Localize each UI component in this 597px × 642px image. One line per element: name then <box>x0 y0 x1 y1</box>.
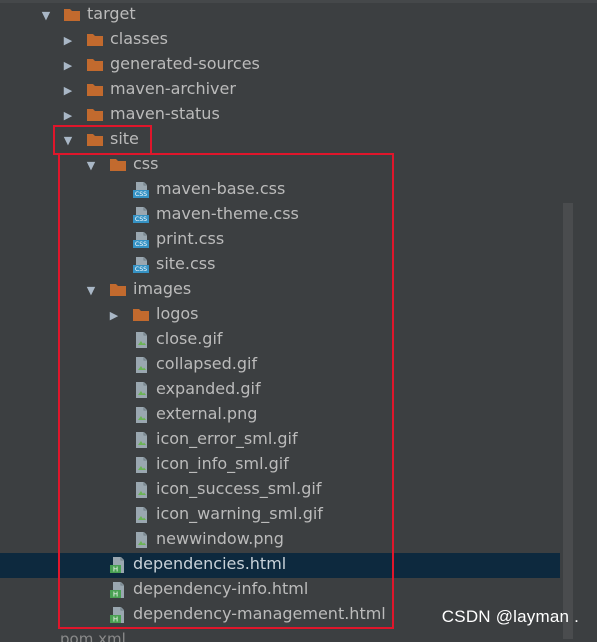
tree-row[interactable]: ▶ maven-status <box>0 103 560 128</box>
tree-row[interactable]: ▶ maven-archiver <box>0 78 560 103</box>
tree-row[interactable]: ▼ images <box>0 278 560 303</box>
folder-icon <box>86 31 104 49</box>
tree-row-label: icon_warning_sml.gif <box>156 504 323 523</box>
tree-row-label: icon_success_sml.gif <box>156 479 322 498</box>
folder-icon <box>109 156 127 174</box>
image-file-icon <box>132 431 150 449</box>
image-file-icon <box>132 381 150 399</box>
html-file-icon: H <box>109 581 127 599</box>
html-file-icon: H <box>109 606 127 624</box>
tree-row-label: logos <box>156 304 199 323</box>
tree-row-label: expanded.gif <box>156 379 261 398</box>
tree-row-label: css <box>133 154 159 173</box>
tree-row-label: close.gif <box>156 329 223 348</box>
tree-row[interactable]: icon_info_sml.gif <box>0 453 560 478</box>
image-file-icon <box>132 531 150 549</box>
tree-row[interactable]: ▼ target <box>0 3 560 28</box>
image-file-icon <box>132 331 150 349</box>
watermark: CSDN @layman . <box>441 607 579 626</box>
expand-arrow-right-icon[interactable]: ▶ <box>108 309 120 321</box>
tree-row[interactable]: icon_warning_sml.gif <box>0 503 560 528</box>
tree-row[interactable]: CSS maven-base.css <box>0 178 560 203</box>
image-file-icon <box>132 356 150 374</box>
expand-arrow-right-icon[interactable]: ▶ <box>62 59 74 71</box>
folder-icon <box>109 281 127 299</box>
tree-row-label: dependencies.html <box>133 554 287 573</box>
tree-row-label: site <box>110 129 139 148</box>
svg-text:CSS: CSS <box>135 266 147 273</box>
tree-row[interactable]: icon_error_sml.gif <box>0 428 560 453</box>
svg-text:CSS: CSS <box>135 216 147 223</box>
folder-icon <box>132 306 150 324</box>
tree-row[interactable]: H dependency-info.html <box>0 578 560 603</box>
css-file-icon: CSS <box>132 206 150 224</box>
folder-icon <box>86 81 104 99</box>
tree-row[interactable]: external.png <box>0 403 560 428</box>
css-file-icon: CSS <box>132 181 150 199</box>
tree-row-label: icon_info_sml.gif <box>156 454 289 473</box>
svg-text:CSS: CSS <box>135 241 147 248</box>
folder-icon <box>86 56 104 74</box>
pom-xml-partial-row[interactable]: pom.xml <box>60 630 126 642</box>
tree-row[interactable]: CSS site.css <box>0 253 560 278</box>
expand-arrow-down-icon[interactable]: ▼ <box>40 9 52 21</box>
svg-text:H: H <box>113 565 118 573</box>
tree-row-label: maven-base.css <box>156 179 286 198</box>
image-file-icon <box>132 406 150 424</box>
tree-row-label: external.png <box>156 404 258 423</box>
svg-text:CSS: CSS <box>135 191 147 198</box>
tree-row-label: collapsed.gif <box>156 354 258 373</box>
tree-row[interactable]: ▼ css <box>0 153 560 178</box>
image-file-icon <box>132 506 150 524</box>
tree-row[interactable]: newwindow.png <box>0 528 560 553</box>
tree-row-label: classes <box>110 29 168 48</box>
tree-row-label: dependency-management.html <box>133 604 386 623</box>
project-tree: ▼ target ▶ classes ▶ generated-sources ▶ ma… <box>0 0 597 642</box>
tree-row-label: images <box>133 279 192 298</box>
tree-row[interactable]: CSS maven-theme.css <box>0 203 560 228</box>
tree-row[interactable]: close.gif <box>0 328 560 353</box>
image-file-icon <box>132 481 150 499</box>
svg-text:H: H <box>113 615 118 623</box>
tree-row[interactable]: ▼ site <box>0 128 560 153</box>
folder-icon <box>86 131 104 149</box>
expand-arrow-right-icon[interactable]: ▶ <box>62 34 74 46</box>
css-file-icon: CSS <box>132 256 150 274</box>
partial-row-label: pom.xml <box>60 630 126 642</box>
tree-row-label: maven-archiver <box>110 79 236 98</box>
expand-arrow-right-icon[interactable]: ▶ <box>62 109 74 121</box>
html-file-icon: H <box>109 556 127 574</box>
css-file-icon: CSS <box>132 231 150 249</box>
expand-arrow-down-icon[interactable]: ▼ <box>85 284 97 296</box>
tree-row-label: maven-theme.css <box>156 204 299 223</box>
svg-text:H: H <box>113 590 118 598</box>
tree-row[interactable]: H dependencies.html <box>0 553 560 578</box>
tree-row-label: maven-status <box>110 104 220 123</box>
tree-row[interactable]: expanded.gif <box>0 378 560 403</box>
tree-row-label: site.css <box>156 254 216 273</box>
tree-row-label: newwindow.png <box>156 529 284 548</box>
expand-arrow-down-icon[interactable]: ▼ <box>62 134 74 146</box>
image-file-icon <box>132 456 150 474</box>
tree-row[interactable]: ▶ generated-sources <box>0 53 560 78</box>
tree-row-label: icon_error_sml.gif <box>156 429 298 448</box>
folder-icon <box>63 6 81 24</box>
tree-row-label: target <box>87 4 136 23</box>
expand-arrow-down-icon[interactable]: ▼ <box>85 159 97 171</box>
tree-row-label: dependency-info.html <box>133 579 309 598</box>
folder-icon <box>86 106 104 124</box>
expand-arrow-right-icon[interactable]: ▶ <box>62 84 74 96</box>
vertical-scrollbar[interactable] <box>563 203 573 639</box>
tree-row-label: generated-sources <box>110 54 260 73</box>
tree-row[interactable]: collapsed.gif <box>0 353 560 378</box>
tree-row[interactable]: CSS print.css <box>0 228 560 253</box>
tree-row[interactable]: ▶ classes <box>0 28 560 53</box>
tree-row[interactable]: icon_success_sml.gif <box>0 478 560 503</box>
tree-row-label: print.css <box>156 229 225 248</box>
tree-row[interactable]: ▶ logos <box>0 303 560 328</box>
